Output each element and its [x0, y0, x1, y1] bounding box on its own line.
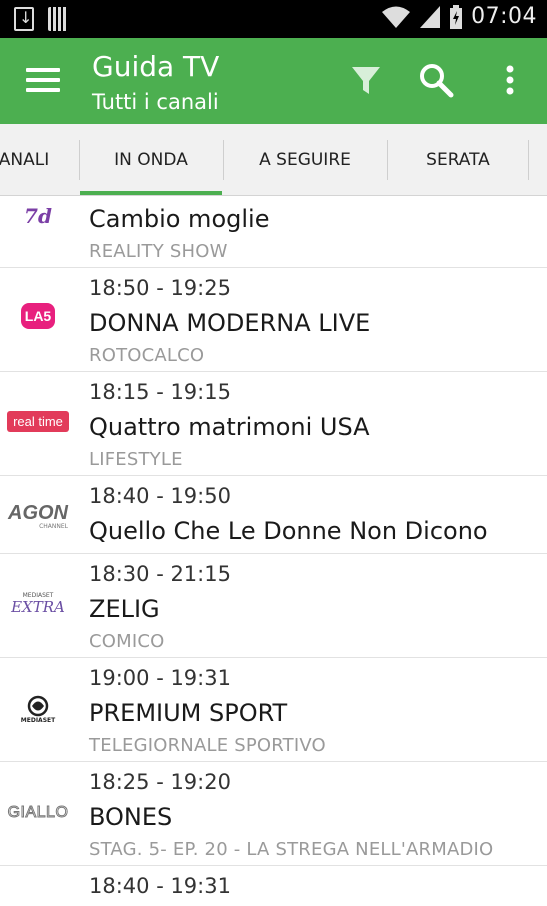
channel-logo-premium: MEDIASET: [0, 692, 76, 726]
tab-bar: ANALI IN ONDA A SEGUIRE SERATA: [0, 124, 547, 196]
program-time: 18:25 - 19:20: [89, 770, 231, 794]
program-title: DONNA MODERNA LIVE: [89, 309, 371, 337]
program-row[interactable]: MEDIASET EXTRA 18:30 - 21:15 ZELIG COMIC…: [0, 554, 547, 658]
program-category: TELEGIORNALE SPORTIVO: [89, 735, 326, 756]
barcode-icon: [48, 7, 68, 31]
program-title: PREMIUM SPORT: [89, 699, 288, 727]
tab-in-onda[interactable]: IN ONDA: [80, 124, 222, 195]
active-tab-indicator: [80, 191, 222, 195]
program-time: 18:40 - 19:31: [89, 874, 231, 898]
program-row[interactable]: 18:40 - 19:31: [0, 866, 547, 906]
program-time: 18:30 - 21:15: [89, 562, 231, 586]
program-category: REALITY SHOW: [89, 241, 228, 262]
tab-canali[interactable]: ANALI: [0, 124, 78, 195]
program-row[interactable]: real time 18:15 - 19:15 Quattro matrimon…: [0, 372, 547, 476]
system-icons: 07:04: [381, 4, 537, 29]
premium-logo-icon: [27, 695, 49, 716]
channel-logo-mediaset-extra: MEDIASET EXTRA: [11, 591, 65, 616]
program-title: ZELIG: [89, 595, 160, 623]
program-category: ROTOCALCO: [89, 345, 205, 366]
app-subtitle[interactable]: Tutti i canali: [92, 90, 219, 114]
program-category: COMICO: [89, 631, 165, 652]
wifi-icon: [382, 6, 411, 28]
channel-logo-la5: LA5: [0, 296, 76, 336]
menu-icon[interactable]: [26, 68, 60, 94]
battery-icon: [450, 4, 463, 29]
program-time: 18:15 - 19:15: [89, 380, 231, 404]
program-category: STAG. 5- EP. 20 - LA STREGA NELL'ARMADIO: [89, 839, 494, 860]
program-title: Quello Che Le Donne Non Dicono: [89, 517, 488, 545]
program-row[interactable]: GIALLO 18:25 - 19:20 BONES STAG. 5- EP. …: [0, 762, 547, 866]
channel-logo-agon: AGON CHANNEL: [8, 501, 68, 530]
filter-icon[interactable]: [346, 60, 386, 100]
channel-logo-la7d: 7d: [24, 204, 52, 228]
app-title: Guida TV: [92, 50, 220, 83]
clock: 07:04: [471, 4, 537, 29]
program-row[interactable]: LA5 18:50 - 19:25 DONNA MODERNA LIVE ROT…: [0, 268, 547, 372]
program-row[interactable]: MEDIASET 19:00 - 19:31 PREMIUM SPORT TEL…: [0, 658, 547, 762]
tab-a-seguire[interactable]: A SEGUIRE: [224, 124, 386, 195]
program-category: LIFESTYLE: [89, 449, 183, 470]
more-options-icon[interactable]: [490, 60, 530, 100]
program-title: Cambio moglie: [89, 205, 270, 233]
tab-serata[interactable]: SERATA: [388, 124, 528, 195]
notification-icons: [14, 7, 68, 31]
program-list: 7d Cambio moglie REALITY SHOW LA5 18:50 …: [0, 196, 547, 906]
search-icon[interactable]: [416, 60, 456, 100]
program-time: 18:40 - 19:50: [89, 484, 231, 508]
signal-icon: [420, 5, 441, 28]
app-bar: Guida TV Tutti i canali: [0, 38, 547, 124]
status-bar: 07:04: [0, 0, 547, 38]
program-time: 18:50 - 19:25: [89, 276, 231, 300]
tab-divider: [528, 140, 529, 180]
channel-logo-giallo: GIALLO: [7, 804, 69, 822]
program-row[interactable]: 7d Cambio moglie REALITY SHOW: [0, 196, 547, 268]
download-icon: [14, 7, 34, 31]
program-time: 19:00 - 19:31: [89, 666, 231, 690]
program-title: BONES: [89, 803, 173, 831]
program-title: Quattro matrimoni USA: [89, 413, 370, 441]
channel-logo-real-time: real time: [0, 406, 76, 436]
program-row[interactable]: AGON CHANNEL 18:40 - 19:50 Quello Che Le…: [0, 476, 547, 554]
